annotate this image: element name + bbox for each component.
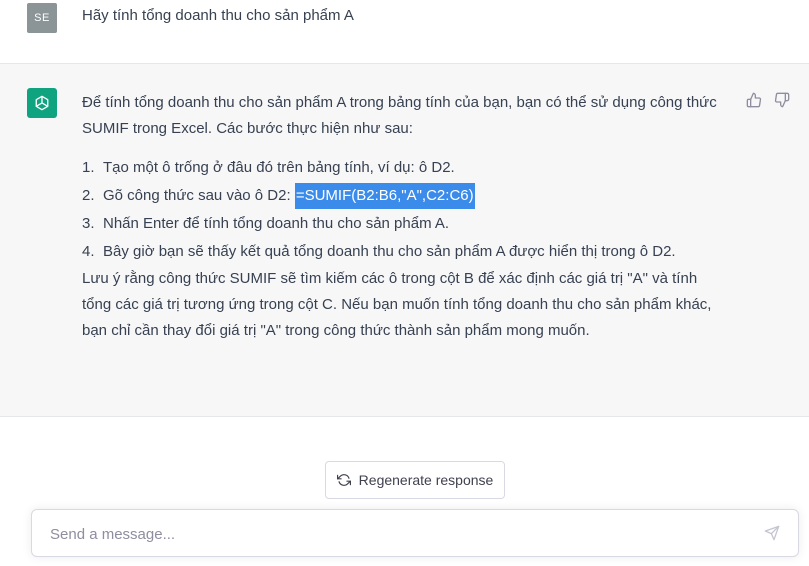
assistant-intro-text: Để tính tổng doanh thu cho sản phẩm A tr… [82,94,717,137]
step-text: Nhấn Enter để tính tổng doanh thu cho sả… [103,215,450,232]
list-item: 2. Gõ công thức sau vào ô D2: =SUMIF(B2:… [82,182,722,210]
list-item: 4. Bây giờ bạn sẽ thấy kết quả tổng doan… [82,238,722,266]
steps-list: 1. Tạo một ô trống ở đâu đó trên bảng tí… [82,154,722,266]
message-composer [31,509,799,557]
message-input[interactable] [48,522,752,546]
step-text: Tạo một ô trống ở đâu đó trên bảng tính,… [103,159,455,176]
user-message-text: Hãy tính tổng doanh thu cho sản phẩm A [82,7,354,24]
refresh-icon [336,473,351,487]
send-icon[interactable] [764,525,782,543]
assistant-message-content: Để tính tổng doanh thu cho sản phẩm A tr… [82,90,722,344]
assistant-note-text: Lưu ý rằng công thức SUMIF sẽ tìm kiếm c… [82,270,712,339]
user-avatar: SE [27,3,57,33]
step-number: 1. [82,159,95,176]
list-item: 1. Tạo một ô trống ở đâu đó trên bảng tí… [82,154,722,182]
feedback-buttons [745,91,791,109]
assistant-message-row: Để tính tổng doanh thu cho sản phẩm A tr… [0,64,809,417]
openai-logo-icon [27,88,57,118]
thumbs-down-icon[interactable] [773,91,791,109]
step-number: 3. [82,215,95,232]
regenerate-response-button[interactable]: Regenerate response [325,461,505,499]
step-text: Gõ công thức sau vào ô D2: [103,187,295,204]
regenerate-label: Regenerate response [358,472,494,488]
step-number: 4. [82,243,95,260]
formula-highlight[interactable]: =SUMIF(B2:B6,"A",C2:C6) [294,183,475,209]
user-message-row: SE Hãy tính tổng doanh thu cho sản phẩm … [0,0,809,64]
thumbs-up-icon[interactable] [745,91,763,109]
step-text: Bây giờ bạn sẽ thấy kết quả tổng doanh t… [103,243,676,260]
step-number: 2. [82,187,95,204]
list-item: 3. Nhấn Enter để tính tổng doanh thu cho… [82,210,722,238]
